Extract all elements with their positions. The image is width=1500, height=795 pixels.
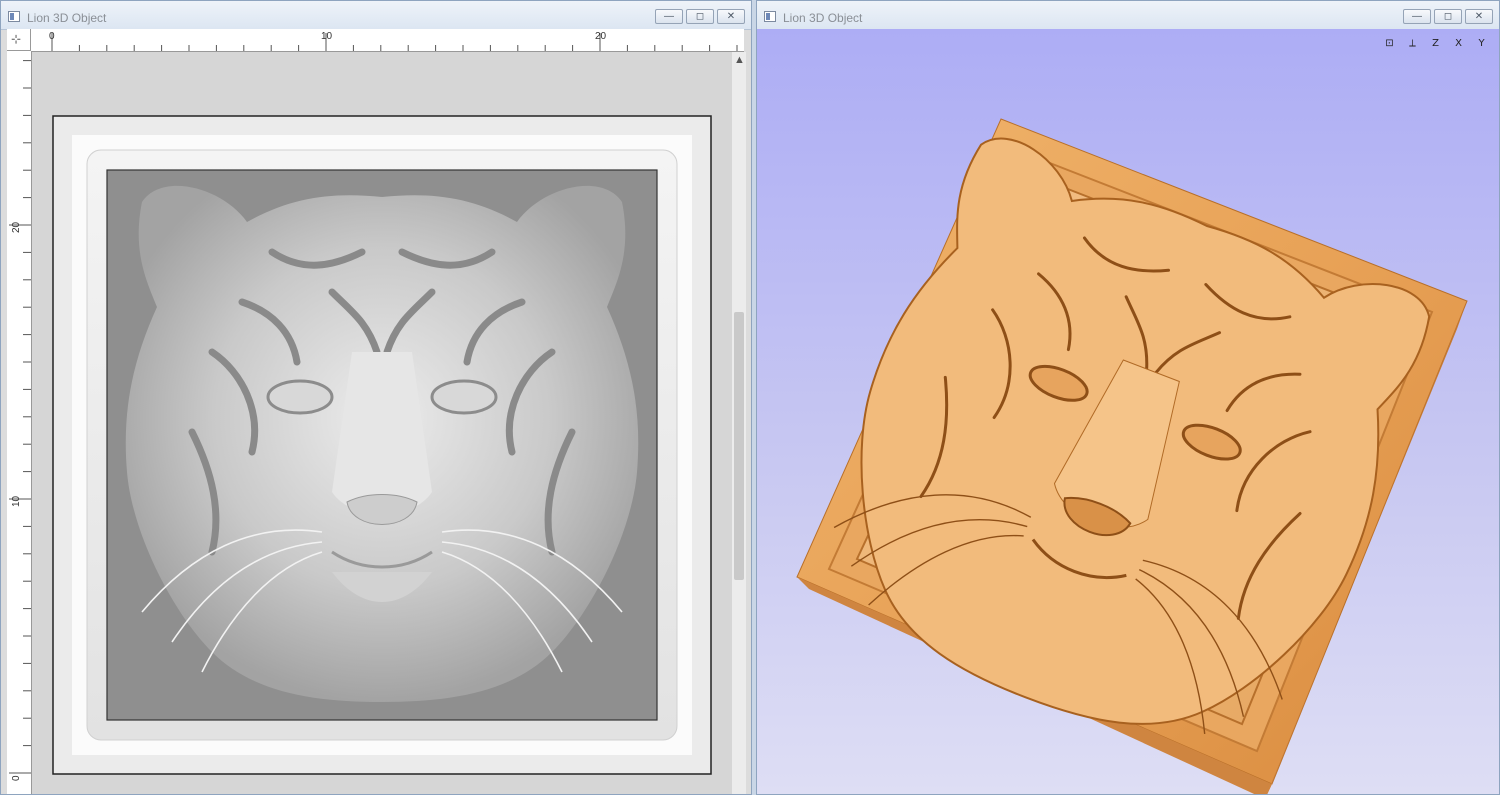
- close-button[interactable]: ✕: [717, 9, 745, 24]
- window-title: Lion 3D Object: [27, 11, 107, 25]
- horizontal-ruler-ticks: [51, 33, 738, 51]
- restore-button[interactable]: ◻: [1434, 9, 1462, 24]
- 2d-view-window: Lion 3D Object — ◻ ✕ ⊹ 0 10 20 20 10 0 ▲: [0, 0, 752, 795]
- horizontal-ruler: 0 10 20: [31, 29, 744, 52]
- vertical-ruler: 20 10 0: [7, 51, 32, 794]
- scrollbar-thumb[interactable]: [734, 312, 744, 580]
- tiger-head-carving: [833, 137, 1431, 735]
- relief-grayscale-preview: [52, 115, 712, 775]
- ruler-y-label-0: 0: [11, 775, 22, 781]
- minimize-button[interactable]: —: [1403, 9, 1431, 24]
- ruler-x-label-20: 20: [595, 31, 607, 42]
- wood-relief-render: [796, 118, 1468, 794]
- ruler-y-label-20: 20: [11, 221, 22, 233]
- ruler-origin-button[interactable]: ⊹: [7, 29, 31, 51]
- window-app-icon: [8, 11, 20, 22]
- restore-button[interactable]: ◻: [686, 9, 714, 24]
- tiger-head-relief: [125, 185, 639, 702]
- vertical-ruler-ticks: [9, 60, 31, 774]
- close-button[interactable]: ✕: [1465, 9, 1493, 24]
- minimize-button[interactable]: —: [655, 9, 683, 24]
- ruler-x-label-10: 10: [321, 31, 333, 42]
- ruler-corner-icon: ⊹: [11, 32, 22, 46]
- window-app-icon: [764, 11, 776, 22]
- 3d-viewport[interactable]: ⊡ ⟂ Z X Y: [757, 29, 1499, 794]
- vertical-scrollbar[interactable]: ▲: [732, 52, 746, 794]
- title-bar[interactable]: Lion 3D Object — ◻ ✕: [757, 1, 1499, 30]
- 2d-drawing-canvas[interactable]: [32, 52, 732, 794]
- 3d-view-window: Lion 3D Object — ◻ ✕ ⊡ ⟂ Z X Y: [756, 0, 1500, 795]
- title-bar[interactable]: Lion 3D Object — ◻ ✕: [1, 1, 751, 30]
- ruler-x-label-0: 0: [49, 31, 55, 42]
- window-title: Lion 3D Object: [783, 11, 863, 25]
- ruler-y-label-10: 10: [11, 495, 22, 507]
- scroll-up-icon[interactable]: ▲: [734, 54, 745, 66]
